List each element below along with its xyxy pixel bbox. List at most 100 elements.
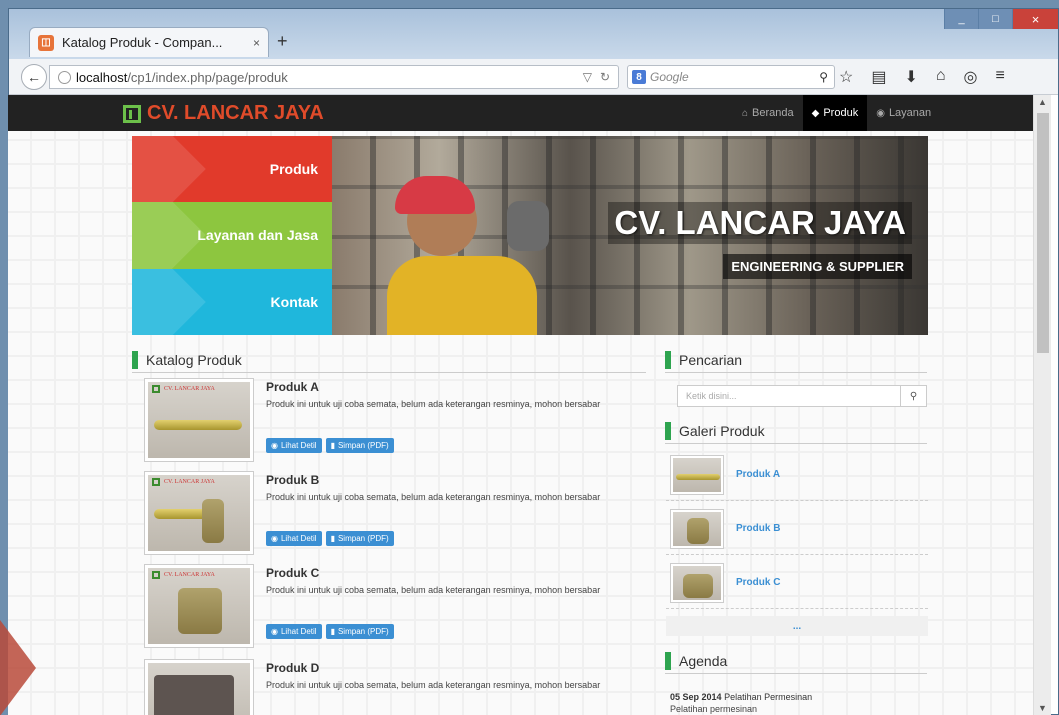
url-path: /cp1/index.php/page/produk	[127, 69, 288, 85]
nav-beranda[interactable]: ⌂ Beranda	[733, 95, 803, 131]
product-description: Produk ini untuk uji coba semata, belum …	[266, 680, 601, 690]
download-icon[interactable]: ⬇	[904, 67, 917, 87]
banner-subtitle: ENGINEERING & SUPPLIER	[723, 254, 912, 279]
site-navbar: CV. LANCAR JAYA ⌂ Beranda ◆ Produk ◉ Layana…	[8, 95, 1041, 131]
product-name[interactable]: Produk B	[266, 473, 319, 487]
logo-mark-icon	[152, 478, 160, 486]
eye-icon: ◉	[271, 441, 278, 450]
dropdown-arrow-icon[interactable]: ▽	[583, 70, 592, 84]
product-thumbnail[interactable]: CV. LANCAR JAYA	[144, 471, 254, 555]
site-nav-links: ⌂ Beranda ◆ Produk ◉ Layanan	[733, 95, 940, 131]
magnifier-icon[interactable]: ⚲	[819, 70, 828, 84]
product-item: CV. LANCAR JAYA Produk A Produk ini untu…	[144, 378, 614, 468]
gallery-thumbnail	[670, 455, 724, 495]
catalog-heading-text: Katalog Produk	[146, 352, 242, 368]
site-logo[interactable]: CV. LANCAR JAYA	[123, 102, 324, 125]
gallery-item-name[interactable]: Produk A	[736, 469, 780, 480]
logo-mark-icon	[152, 571, 160, 579]
banner-menu-label: Kontak	[270, 293, 318, 310]
scroll-down-icon[interactable]: ▼	[1038, 703, 1047, 713]
agenda-entry[interactable]: 05 Sep 2014 Pelatihan Permesinan	[670, 692, 812, 702]
view-detail-button[interactable]: ◉ Lihat Detil	[266, 531, 322, 546]
gallery-item-name[interactable]: Produk C	[736, 577, 780, 588]
search-button-icon[interactable]: ⚲	[900, 386, 926, 406]
scroll-thumb[interactable]	[1037, 113, 1049, 353]
product-thumbnail[interactable]: CV. LANCAR JAYA	[144, 378, 254, 462]
browser-tab[interactable]: ◫ Katalog Produk - Compan... ×	[29, 27, 269, 57]
reload-icon[interactable]: ↻	[600, 70, 610, 84]
save-pdf-button[interactable]: ▮ Simpan (PDF)	[325, 531, 394, 546]
close-window-button[interactable]: ×	[1012, 9, 1058, 29]
tab-close-icon[interactable]: ×	[253, 36, 260, 50]
search-input[interactable]: Ketik disini...	[678, 391, 900, 401]
heading-accent	[132, 351, 138, 369]
menu-icon[interactable]: ≡	[996, 67, 1005, 87]
minimize-button[interactable]: _	[944, 9, 978, 29]
tag-icon: ◆	[811, 107, 820, 119]
bookmark-star-icon[interactable]: ☆	[839, 67, 853, 87]
worker-cap	[395, 176, 475, 214]
site-favicon-icon: ◫	[38, 34, 54, 51]
vertical-scrollbar[interactable]: ▲ ▼	[1033, 95, 1051, 715]
logo-mark-icon	[152, 385, 160, 393]
nav-layanan[interactable]: ◉ Layanan	[867, 95, 940, 131]
address-bar[interactable]: localhost/cp1/index.php/page/produk ▽ ↻	[49, 65, 619, 89]
nav-produk[interactable]: ◆ Produk	[802, 95, 868, 131]
gallery-item-name[interactable]: Produk B	[736, 523, 780, 534]
window-controls: _ □ ×	[944, 9, 1058, 29]
banner-menu-produk[interactable]: Produk	[132, 136, 332, 203]
new-tab-button[interactable]: +	[277, 31, 288, 52]
home-icon[interactable]: ⌂	[936, 67, 946, 87]
save-pdf-button[interactable]: ▮ Simpan (PDF)	[325, 438, 394, 453]
product-thumbnail[interactable]: CV. LANCAR JAYA	[144, 564, 254, 648]
gallery-item[interactable]: Produk A	[666, 451, 928, 501]
scroll-up-icon[interactable]: ▲	[1038, 97, 1047, 107]
file-icon: ▮	[330, 441, 335, 450]
gallery-more-link[interactable]: ...	[666, 616, 928, 636]
thumbnail-label: CV. LANCAR JAYA	[164, 479, 215, 485]
agenda-date: 05 Sep 2014	[670, 692, 722, 702]
banner-menu-layanan[interactable]: Layanan dan Jasa	[132, 202, 332, 269]
rod-part	[154, 420, 242, 430]
gallery-heading: Galeri Produk	[665, 422, 927, 444]
heading-accent	[665, 652, 671, 670]
button-label: Simpan (PDF)	[337, 627, 389, 636]
banner-menu: Produk Layanan dan Jasa Kontak	[132, 136, 332, 335]
worker-shirt	[387, 256, 537, 335]
product-name[interactable]: Produk A	[266, 380, 319, 394]
pocket-icon[interactable]: ◎	[964, 67, 978, 87]
product-thumbnail[interactable]	[144, 659, 254, 715]
heading-accent	[665, 351, 671, 369]
button-label: Simpan (PDF)	[337, 534, 389, 543]
view-detail-button[interactable]: ◉ Lihat Detil	[266, 438, 322, 453]
gallery-item[interactable]: Produk C	[666, 559, 928, 609]
button-label: Lihat Detil	[280, 627, 317, 636]
back-arrow-icon[interactable]: ←	[21, 64, 47, 90]
page-viewport: CV. LANCAR JAYA ⌂ Beranda ◆ Produk ◉ Layana…	[8, 95, 1041, 715]
product-description: Produk ini untuk uji coba semata, belum …	[266, 585, 601, 595]
search-heading: Pencarian	[665, 351, 927, 373]
banner-photo: CV. LANCAR JAYA ENGINEERING & SUPPLIER	[332, 136, 928, 335]
product-description: Produk ini untuk uji coba semata, belum …	[266, 399, 601, 409]
google-logo-icon[interactable]: 8	[632, 70, 646, 84]
gallery-item[interactable]: Produk B	[666, 505, 928, 555]
banner-menu-kontak[interactable]: Kontak	[132, 268, 332, 335]
save-pdf-button[interactable]: ▮ Simpan (PDF)	[325, 624, 394, 639]
product-name[interactable]: Produk D	[266, 661, 319, 675]
logo-text: CV. LANCAR JAYA	[147, 102, 324, 124]
gallery-heading-text: Galeri Produk	[679, 423, 765, 439]
search-bar[interactable]: 8 Google ⚲	[627, 65, 835, 89]
eye-icon: ◉	[271, 534, 278, 543]
reading-list-icon[interactable]: ▤	[871, 67, 886, 87]
maximize-button[interactable]: □	[978, 9, 1012, 29]
view-detail-button[interactable]: ◉ Lihat Detil	[266, 624, 322, 639]
agenda-heading-text: Agenda	[679, 653, 728, 669]
nav-label: Beranda	[752, 107, 794, 119]
product-item: CV. LANCAR JAYA Produk B Produk ini untu…	[144, 471, 614, 561]
toolbar-icons: ☆ ▤ ⬇ ⌂ ◎ ≡	[839, 67, 1005, 87]
gallery-thumbnail	[670, 563, 724, 603]
product-part	[154, 675, 234, 715]
product-name[interactable]: Produk C	[266, 566, 319, 580]
hero-banner: Produk Layanan dan Jasa Kontak CV. LANCA…	[132, 136, 928, 335]
product-item: CV. LANCAR JAYA Produk C Produk ini untu…	[144, 564, 614, 654]
